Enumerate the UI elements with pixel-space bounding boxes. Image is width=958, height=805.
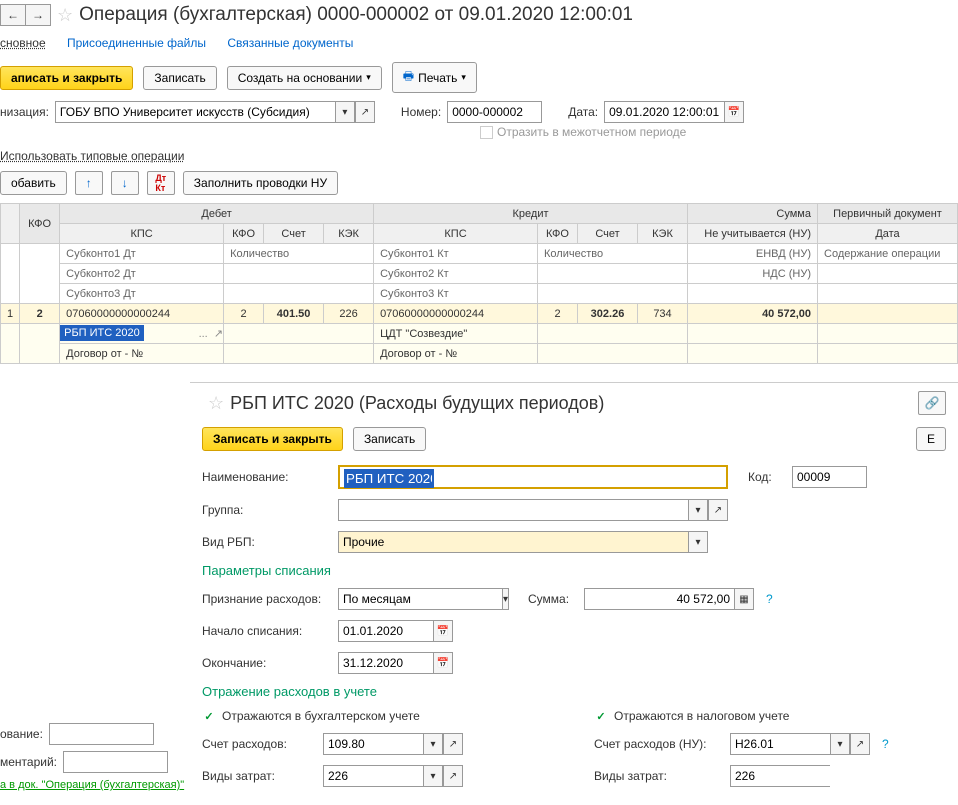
debit-credit-icon[interactable]: ДтКт	[147, 171, 175, 195]
sum-input[interactable]	[584, 588, 734, 610]
acc-open-button[interactable]: ↗	[443, 733, 463, 755]
recognition-dropdown-button[interactable]: ▾	[502, 588, 509, 610]
document-link[interactable]: а в док. "Операция (бухгалтерская)"	[0, 779, 184, 791]
recognition-label: Признание расходов:	[202, 592, 332, 606]
number-label: Номер:	[401, 105, 441, 119]
nav-forward-button[interactable]: →	[25, 4, 51, 26]
comment-input[interactable]	[63, 751, 168, 773]
basis-input[interactable]	[49, 723, 154, 745]
cost-nu-input[interactable]	[730, 765, 830, 787]
rbp-modal: ☆ РБП ИТС 2020 (Расходы будущих периодов…	[190, 382, 958, 805]
start-label: Начало списания:	[202, 624, 332, 638]
cost-open-button[interactable]: ↗	[443, 765, 463, 787]
nu-checkbox[interactable]: ✓	[594, 709, 608, 723]
interperiod-checkbox[interactable]	[480, 126, 493, 139]
entries-table: КФО Дебет Кредит Сумма Первичный докумен…	[0, 203, 958, 364]
tab-attached-files[interactable]: Присоединенные файлы	[67, 36, 206, 50]
group-label: Группа:	[202, 503, 332, 517]
group-dropdown-button[interactable]: ▾	[688, 499, 708, 521]
acc-dropdown-button[interactable]: ▾	[423, 733, 443, 755]
create-based-on-button[interactable]: Создать на основании	[227, 66, 382, 90]
cost-input[interactable]	[323, 765, 423, 787]
cost-nu-label: Виды затрат:	[594, 769, 724, 783]
cost-dropdown-button[interactable]: ▾	[423, 765, 443, 787]
number-input[interactable]	[447, 101, 542, 123]
group-input[interactable]	[338, 499, 688, 521]
interperiod-label: Отразить в межотчетном периоде	[497, 125, 686, 139]
end-calendar-button[interactable]: 📅	[433, 652, 453, 674]
group-open-button[interactable]: ↗	[708, 499, 728, 521]
add-row-button[interactable]: обавить	[0, 171, 67, 195]
bu-checkbox[interactable]: ✓	[202, 709, 216, 723]
comment-label: ментарий:	[0, 755, 57, 769]
table-row[interactable]: 1 2 07060000000000244 2 401.50 226 07060…	[1, 304, 958, 324]
table-row[interactable]: Договор от - № Договор от - №	[1, 344, 958, 364]
type-label: Вид РБП:	[202, 535, 332, 549]
modal-save-button[interactable]: Записать	[353, 427, 426, 451]
favorite-icon[interactable]: ☆	[57, 5, 73, 26]
org-open-button[interactable]: ↗	[355, 101, 375, 123]
name-input[interactable]	[344, 469, 434, 488]
org-input[interactable]	[55, 101, 335, 123]
acc-nu-open-button[interactable]: ↗	[850, 733, 870, 755]
tab-main[interactable]: сновное	[0, 36, 46, 50]
save-button[interactable]: Записать	[143, 66, 216, 90]
type-dropdown-button[interactable]: ▾	[688, 531, 708, 553]
acc-nu-label: Счет расходов (НУ):	[594, 737, 724, 751]
code-label: Код:	[748, 470, 786, 484]
org-dropdown-button[interactable]: ▾	[335, 101, 355, 123]
acc-nu-help-icon[interactable]: ?	[882, 737, 889, 751]
fill-nu-button[interactable]: Заполнить проводки НУ	[183, 171, 338, 195]
sum-help-icon[interactable]: ?	[766, 592, 773, 606]
acc-nu-dropdown-button[interactable]: ▾	[830, 733, 850, 755]
sum-calc-button[interactable]: ▦	[734, 588, 754, 610]
cost-label: Виды затрат:	[202, 769, 317, 783]
code-input[interactable]	[792, 466, 867, 488]
date-picker-button[interactable]: 📅	[724, 101, 744, 123]
start-input[interactable]	[338, 620, 433, 642]
save-close-button[interactable]: аписать и закрыть	[0, 66, 133, 90]
name-input-wrap[interactable]	[338, 465, 728, 489]
acc-input[interactable]	[323, 733, 423, 755]
end-label: Окончание:	[202, 656, 332, 670]
basis-label: ование:	[0, 727, 43, 741]
modal-save-close-button[interactable]: Записать и закрыть	[202, 427, 343, 451]
sum-label: Сумма:	[528, 592, 578, 606]
end-input[interactable]	[338, 652, 433, 674]
section-params-title: Параметры списания	[202, 563, 946, 578]
recognition-input[interactable]	[338, 588, 502, 610]
table-row[interactable]: РБП ИТС 2020... ↗ ЦДТ "Созвездие"	[1, 324, 958, 344]
name-label: Наименование:	[202, 470, 332, 484]
acc-label: Счет расходов:	[202, 737, 317, 751]
col-debit: Дебет	[60, 204, 374, 224]
modal-more-button[interactable]: Е	[916, 427, 946, 451]
acc-nu-input[interactable]	[730, 733, 830, 755]
move-up-button[interactable]: ↑	[75, 171, 103, 195]
page-title: Операция (бухгалтерская) 0000-000002 от …	[79, 4, 633, 26]
nav-back-button[interactable]: ←	[0, 4, 26, 26]
col-kfo: КФО	[20, 204, 60, 244]
type-input[interactable]	[338, 531, 688, 553]
col-credit: Кредит	[374, 204, 688, 224]
col-primary: Первичный документ	[818, 204, 958, 224]
modal-favorite-icon[interactable]: ☆	[208, 393, 224, 414]
start-calendar-button[interactable]: 📅	[433, 620, 453, 642]
print-icon: 🖶	[403, 67, 414, 88]
section-accounting-title: Отражение расходов в учете	[202, 684, 946, 699]
date-input[interactable]	[604, 101, 724, 123]
bu-checkbox-label: Отражаются в бухгалтерском учете	[222, 709, 420, 723]
use-typical-ops-link[interactable]: Использовать типовые операции	[0, 149, 184, 163]
nu-checkbox-label: Отражаются в налоговом учете	[614, 709, 789, 723]
modal-link-icon[interactable]: 🔗	[918, 391, 946, 415]
col-sum: Сумма	[688, 204, 818, 224]
subconto-selected-cell[interactable]: РБП ИТС 2020	[60, 325, 144, 341]
print-button[interactable]: 🖶Печать	[392, 62, 477, 93]
move-down-button[interactable]: ↓	[111, 171, 139, 195]
date-label: Дата:	[568, 105, 598, 119]
modal-title: РБП ИТС 2020 (Расходы будущих периодов)	[230, 393, 604, 414]
tab-linked-docs[interactable]: Связанные документы	[227, 36, 353, 50]
org-label: низация:	[0, 105, 49, 119]
